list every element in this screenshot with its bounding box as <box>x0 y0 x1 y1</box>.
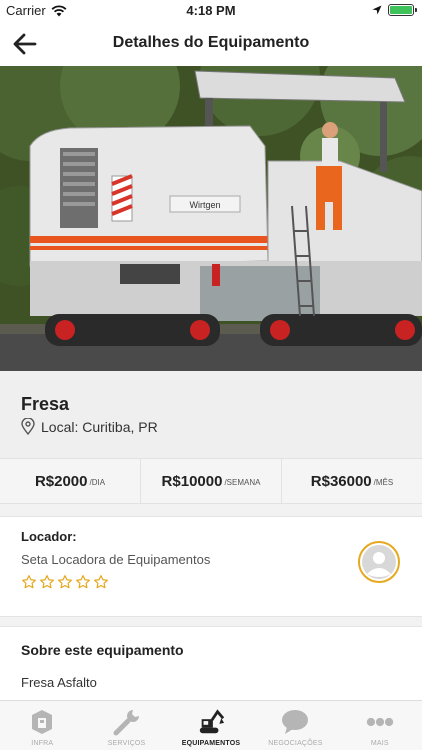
map-pin-icon <box>21 418 35 435</box>
wrench-icon <box>113 708 141 736</box>
price-weekly: R$10000 /SEMANA <box>141 459 282 503</box>
tab-label: INFRA <box>31 740 54 747</box>
status-time: 4:18 PM <box>186 3 236 18</box>
price-unit: /MÊS <box>373 477 394 487</box>
brand-logo: Wirtgen <box>189 200 220 210</box>
equipment-photo: Wirtgen <box>0 66 422 371</box>
price-row: R$2000 /DIA R$10000 /SEMANA R$36000 /MÊS <box>0 458 422 504</box>
star-icon <box>22 575 36 589</box>
price-daily: R$2000 /DIA <box>0 459 141 503</box>
location-text: Local: Curitiba, PR <box>41 418 158 435</box>
excavator-icon <box>197 708 225 736</box>
status-bar: Carrier 4:18 PM <box>0 0 422 22</box>
locador-card[interactable]: Locador: Seta Locadora de Equipamentos <box>0 516 422 617</box>
price-value: R$2000 <box>34 472 88 490</box>
price-unit: /DIA <box>89 477 106 487</box>
star-icon <box>40 575 54 589</box>
tab-infra[interactable]: INFRA <box>0 701 84 750</box>
tab-label: EQUIPAMENTOS <box>181 740 241 747</box>
location-arrow-icon <box>372 5 382 15</box>
user-avatar-icon <box>362 545 396 579</box>
locador-name: Seta Locadora de Equipamentos <box>21 552 211 567</box>
tab-negociacoes[interactable]: NEGOCIAÇÕES <box>253 701 337 750</box>
infra-icon <box>28 708 56 736</box>
more-dots-icon <box>366 708 394 736</box>
chat-bubble-icon <box>281 708 309 736</box>
price-value: R$10000 <box>161 472 223 490</box>
star-icon <box>76 575 90 589</box>
tab-label: SERVIÇOS <box>107 740 146 747</box>
about-card: Sobre este equipamento Fresa Asfalto <box>0 626 422 706</box>
equipment-illustration: Wirtgen <box>0 66 422 371</box>
locador-title: Locador: <box>21 529 77 544</box>
avatar[interactable] <box>358 541 400 583</box>
equipment-name: Fresa <box>21 394 70 414</box>
star-icon <box>58 575 72 589</box>
tab-label: NEGOCIAÇÕES <box>268 740 323 747</box>
about-text: Fresa Asfalto <box>21 675 97 690</box>
price-unit: /SEMANA <box>224 477 261 487</box>
equipment-header: Fresa Local: Curitiba, PR <box>0 371 422 458</box>
equipment-location: Local: Curitiba, PR <box>21 418 158 435</box>
price-monthly: R$36000 /MÊS <box>282 459 422 503</box>
star-icon <box>94 575 108 589</box>
battery-fill <box>390 6 412 14</box>
nav-bar: Detalhes do Equipamento <box>0 22 422 66</box>
page-title: Detalhes do Equipamento <box>112 34 310 51</box>
rating-stars <box>21 574 109 590</box>
tab-mais[interactable]: MAIS <box>338 701 422 750</box>
tab-servicos[interactable]: SERVIÇOS <box>84 701 168 750</box>
tab-label: MAIS <box>370 740 389 747</box>
about-title: Sobre este equipamento <box>21 642 184 658</box>
tab-equipamentos[interactable]: EQUIPAMENTOS <box>169 701 253 750</box>
tab-bar: INFRA SERVIÇOS EQUIPAMENTOS NEGOCIAÇÕES … <box>0 700 422 750</box>
battery-icon <box>388 4 417 16</box>
status-right <box>372 4 417 16</box>
price-value: R$36000 <box>310 472 372 490</box>
